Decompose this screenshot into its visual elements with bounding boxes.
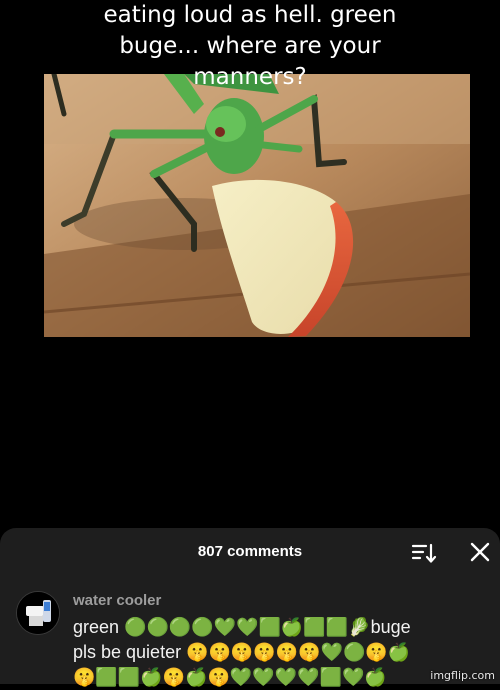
caption-line-3: manners? — [193, 64, 307, 90]
comment-text-line-1: green 🟢🟢🟢🟢💚💚🟩🍏🟩🟩🥬buge — [73, 617, 411, 637]
caption-line-2: buge... where are your — [119, 33, 381, 59]
video-caption: eating loud as hell. green buge... where… — [0, 0, 500, 93]
comment-text-line-2: pls be quieter 🤫🤫🤫🤫🤫🤫💚🟢🤫🍏 — [73, 642, 411, 662]
comment-username[interactable]: water cooler — [73, 592, 161, 609]
video-frame[interactable] — [44, 74, 470, 337]
water-cooler-avatar-icon[interactable] — [16, 591, 60, 635]
close-icon[interactable] — [469, 541, 491, 563]
grasshopper-eating-apple-image — [44, 74, 470, 337]
imgflip-watermark: imgflip.com — [430, 669, 495, 682]
comments-sheet: 807 comments water cooler green 🟢🟢🟢🟢💚💚🟩🍏… — [0, 528, 500, 687]
sort-icon[interactable] — [411, 542, 437, 564]
caption-line-1: eating loud as hell. green — [103, 2, 397, 28]
comments-header: 807 comments — [0, 528, 500, 578]
